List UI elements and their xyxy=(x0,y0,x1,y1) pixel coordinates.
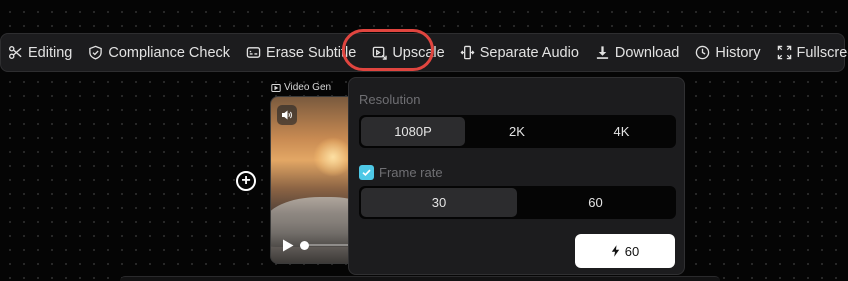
history-label: History xyxy=(715,44,761,61)
add-node-button[interactable]: + xyxy=(236,171,256,191)
scissors-icon xyxy=(9,46,22,59)
separate-audio-button[interactable]: Separate Audio xyxy=(460,34,579,71)
editing-label: Editing xyxy=(28,44,73,61)
video-gen-node-label: Video Gen xyxy=(271,82,331,93)
volume-button[interactable] xyxy=(277,105,297,125)
frame-rate-row: Frame rate xyxy=(359,165,443,180)
download-button[interactable]: Download xyxy=(595,34,680,71)
split-audio-icon xyxy=(460,45,475,60)
video-icon xyxy=(271,83,281,92)
play-icon[interactable] xyxy=(282,239,294,252)
upscale-button[interactable]: Upscale xyxy=(372,34,445,71)
resolution-option-1080p[interactable]: 1080P xyxy=(361,117,465,146)
progress-handle[interactable] xyxy=(300,241,309,250)
fullscreen-label: Fullscreen xyxy=(796,44,848,61)
frame-rate-option-60[interactable]: 60 xyxy=(517,188,674,217)
shield-check-icon xyxy=(89,45,103,60)
download-icon xyxy=(596,46,609,59)
plus-icon: + xyxy=(241,172,251,189)
lightning-icon xyxy=(611,245,619,257)
bottom-panel-edge xyxy=(120,276,720,281)
subtitle-icon xyxy=(246,47,261,58)
frame-rate-checkbox[interactable] xyxy=(359,165,374,180)
resolution-option-4k[interactable]: 4K xyxy=(569,117,674,146)
video-preview-card[interactable] xyxy=(270,96,360,264)
editing-button[interactable]: Editing xyxy=(8,34,72,71)
compliance-check-label: Compliance Check xyxy=(108,44,231,61)
erase-subtitle-label: Erase Subtitle xyxy=(266,44,357,61)
frame-rate-label: Frame rate xyxy=(379,165,443,180)
resolution-title: Resolution xyxy=(359,92,421,107)
fullscreen-icon xyxy=(777,45,791,60)
upscale-icon xyxy=(373,46,388,60)
node-title: Video Gen xyxy=(284,82,332,93)
upscale-label: Upscale xyxy=(392,44,445,61)
submit-cost: 60 xyxy=(624,243,640,259)
separate-audio-label: Separate Audio xyxy=(479,44,579,61)
upscale-panel: Resolution 1080P 2K 4K Frame rate 30 60 … xyxy=(348,77,685,275)
compliance-check-button[interactable]: Compliance Check xyxy=(88,34,230,71)
toolbar: Editing Compliance Check Erase Subtitle … xyxy=(0,33,848,72)
download-label: Download xyxy=(614,44,680,61)
history-button[interactable]: History xyxy=(695,34,761,71)
frame-rate-option-30[interactable]: 30 xyxy=(361,188,517,217)
upscale-submit-button[interactable]: 60 xyxy=(575,234,675,268)
fullscreen-button[interactable]: Fullscreen xyxy=(777,34,848,71)
frame-rate-selector: 30 60 xyxy=(359,186,676,219)
check-icon xyxy=(362,169,371,177)
resolution-selector: 1080P 2K 4K xyxy=(359,115,676,148)
erase-subtitle-button[interactable]: Erase Subtitle xyxy=(246,34,356,71)
video-frame-sun xyxy=(313,137,353,177)
clock-icon xyxy=(696,45,710,60)
resolution-option-2k[interactable]: 2K xyxy=(465,117,569,146)
volume-icon xyxy=(282,110,292,120)
